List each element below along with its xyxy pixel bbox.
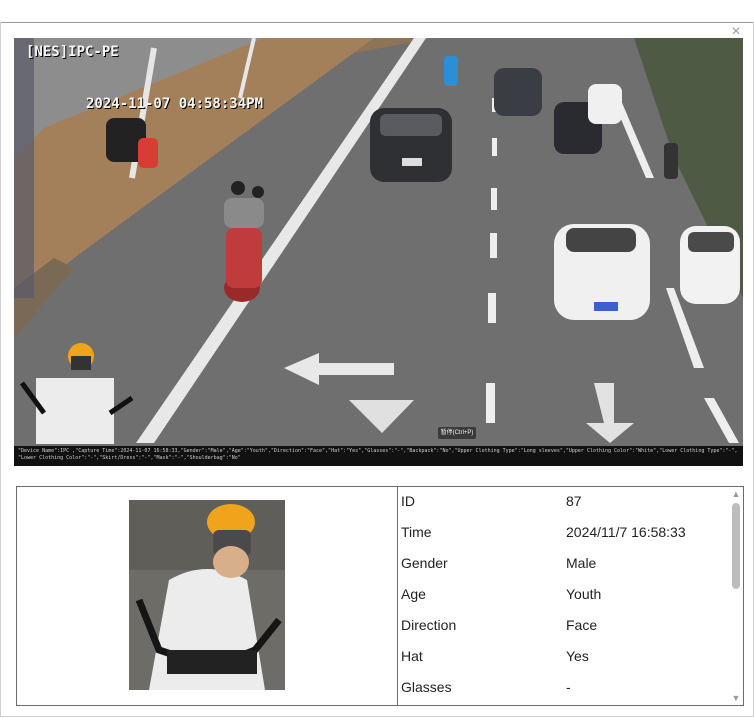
attr-key: ID — [401, 493, 415, 509]
attribute-metadata-strip: "Device Name":IPC ,"Capture Time":2024-1… — [14, 446, 743, 466]
attr-key: Gender — [401, 555, 448, 571]
attr-value: Yes — [566, 648, 589, 664]
attr-value: Youth — [566, 586, 602, 602]
metadata-line: "Device Name":IPC ,"Capture Time":2024-1… — [18, 448, 738, 454]
title-bar — [0, 0, 754, 23]
scrollbar-thumb[interactable] — [732, 503, 740, 589]
thumbnail-cell — [17, 487, 398, 705]
metadata-line: "Lower Clothing Color":"-","Skirt/Dress"… — [18, 455, 241, 461]
table-row: Gender Male — [398, 549, 728, 579]
detail-panel: ID 87 Time 2024/11/7 16:58:33 Gender Male A… — [16, 486, 744, 706]
person-thumbnail — [129, 500, 285, 690]
attr-value: Face — [566, 617, 598, 633]
timestamp-overlay: 2024-11-07 04:58:34PM — [86, 96, 264, 112]
camera-snapshot: [NES]IPC-PE 2024-11-07 04:58:34PM 暂停(Ctr… — [14, 38, 743, 466]
pause-button[interactable]: 暂停(Ctrl+P) — [438, 427, 476, 439]
attr-value: 87 — [566, 493, 582, 509]
attr-key: Time — [401, 524, 432, 540]
vertical-scrollbar[interactable]: ▲ ▼ — [729, 487, 743, 705]
table-row: Glasses - — [398, 673, 728, 703]
scroll-up-icon[interactable]: ▲ — [731, 489, 741, 499]
attr-key: Hat — [401, 648, 423, 664]
attr-value: - — [566, 679, 571, 695]
attr-key: Age — [401, 586, 426, 602]
attr-value: 2024/11/7 16:58:33 — [566, 524, 686, 540]
cropped-person-image — [129, 500, 285, 690]
table-row: Age Youth — [398, 580, 728, 610]
attr-value: Male — [566, 555, 597, 571]
table-row: ID 87 — [398, 487, 728, 517]
camera-name-overlay: [NES]IPC-PE — [26, 44, 119, 60]
table-row: Direction Face — [398, 611, 728, 641]
attribute-table: ID 87 Time 2024/11/7 16:58:33 Gender Male A… — [398, 487, 728, 705]
attr-key: Direction — [401, 617, 457, 633]
attr-key: Glasses — [401, 679, 452, 695]
scroll-down-icon[interactable]: ▼ — [731, 693, 741, 703]
table-row: Hat Yes — [398, 642, 728, 672]
table-row: Time 2024/11/7 16:58:33 — [398, 518, 728, 548]
